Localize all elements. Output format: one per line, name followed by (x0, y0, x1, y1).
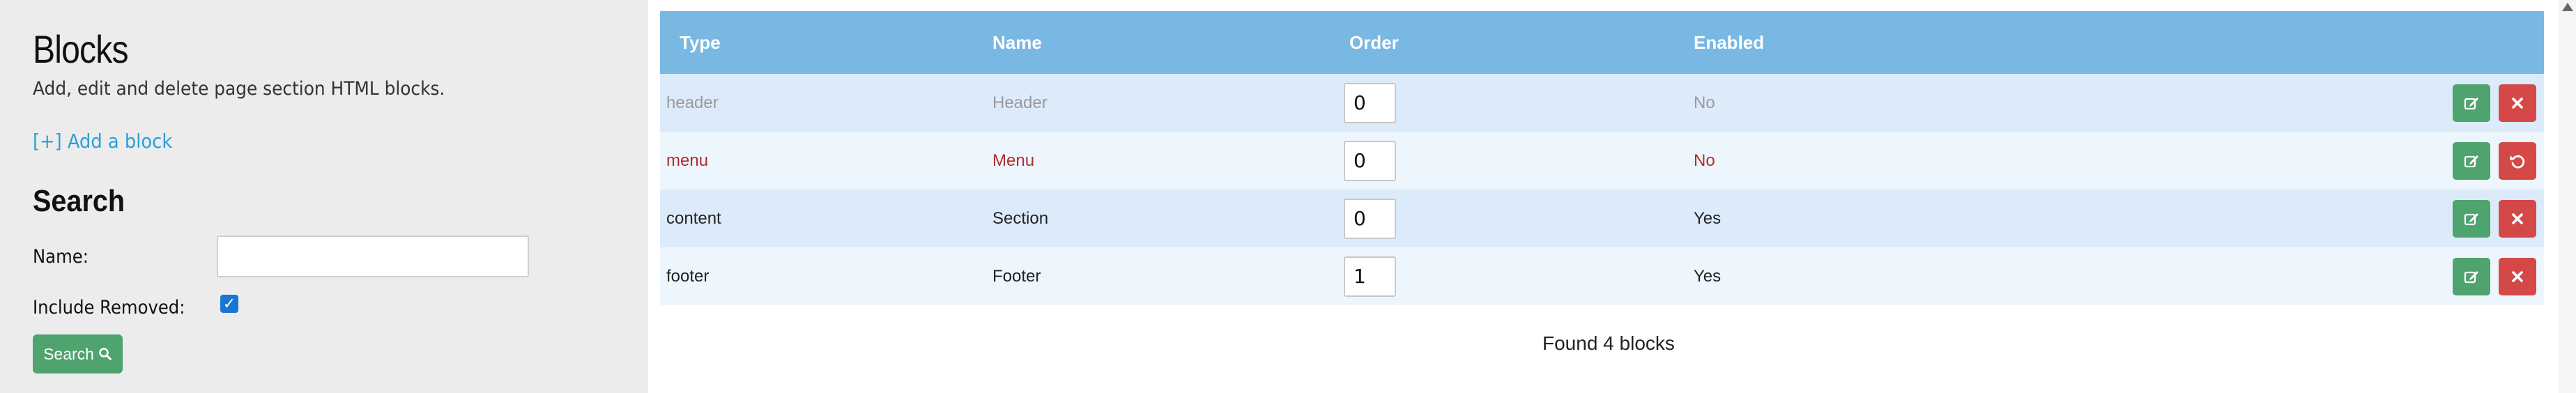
order-input[interactable] (1344, 82, 1396, 123)
page-description: Add, edit and delete page section HTML b… (33, 78, 445, 100)
edit-button[interactable] (2453, 199, 2491, 238)
scrollbar[interactable] (2559, 0, 2576, 393)
edit-button[interactable] (2453, 257, 2491, 295)
delete-icon (2512, 270, 2523, 282)
restore-button[interactable] (2499, 141, 2536, 180)
delete-icon (2512, 97, 2523, 109)
cell-name: Menu (992, 151, 1035, 170)
cell-actions (2064, 132, 2544, 190)
header-name: Name (992, 31, 1042, 53)
checkmark-icon: ✓ (222, 295, 236, 313)
order-input[interactable] (1344, 256, 1396, 297)
name-search-input[interactable] (217, 236, 529, 277)
order-input[interactable] (1344, 140, 1396, 181)
table-row: menu Menu No (660, 132, 2544, 190)
table-header-row: Type Name Order Enabled (660, 11, 2544, 74)
cell-actions (2064, 190, 2544, 247)
header-order: Order (1349, 31, 1399, 53)
page-title: Blocks (33, 27, 129, 71)
include-removed-checkbox[interactable]: ✓ (220, 295, 238, 313)
search-icon (99, 348, 112, 360)
search-button-label: Search (43, 344, 94, 363)
cell-actions (2064, 247, 2544, 305)
table-row: content Section Yes (660, 190, 2544, 247)
cell-order (1344, 132, 1694, 190)
table-row: header Header No (660, 74, 2544, 132)
edit-button[interactable] (2453, 141, 2491, 180)
search-button[interactable]: Search (33, 334, 123, 373)
header-actions (2064, 11, 2544, 74)
cell-actions (2064, 74, 2544, 132)
cell-name: Section (992, 208, 1049, 228)
cell-enabled: No (1694, 93, 1715, 112)
cell-type: menu (666, 151, 709, 170)
search-heading: Search (33, 184, 125, 218)
table-row: footer Footer Yes (660, 247, 2544, 305)
sidebar: Blocks Add, edit and delete page section… (0, 0, 648, 393)
name-label: Name: (33, 246, 89, 268)
edit-icon (2464, 270, 2479, 283)
delete-icon (2512, 213, 2523, 224)
cell-type: content (666, 208, 721, 228)
cell-order (1344, 74, 1694, 132)
edit-icon (2464, 213, 2479, 225)
edit-button[interactable] (2453, 84, 2491, 122)
delete-button[interactable] (2499, 257, 2536, 295)
cell-type: footer (666, 266, 710, 286)
cell-order (1344, 190, 1694, 247)
restore-icon (2510, 155, 2525, 169)
cell-order (1344, 247, 1694, 305)
edit-icon (2464, 97, 2479, 109)
cell-name: Header (992, 93, 1048, 112)
cell-type: header (666, 93, 719, 112)
edit-icon (2464, 155, 2479, 167)
order-input[interactable] (1344, 198, 1396, 239)
header-enabled: Enabled (1694, 31, 1765, 53)
delete-button[interactable] (2499, 84, 2536, 122)
scroll-up-arrow-icon[interactable] (2562, 3, 2573, 11)
add-block-link[interactable]: [+] Add a block (33, 130, 172, 153)
header-type: Type (680, 31, 721, 53)
blocks-table: Type Name Order Enabled header Header No (660, 11, 2544, 305)
include-removed-label: Include Removed: (33, 297, 185, 318)
cell-enabled: Yes (1694, 208, 1722, 228)
cell-enabled: No (1694, 151, 1715, 170)
delete-button[interactable] (2499, 199, 2536, 238)
cell-enabled: Yes (1694, 266, 1722, 286)
results-count: Found 4 blocks (1542, 332, 1675, 354)
cell-name: Footer (992, 266, 1041, 286)
